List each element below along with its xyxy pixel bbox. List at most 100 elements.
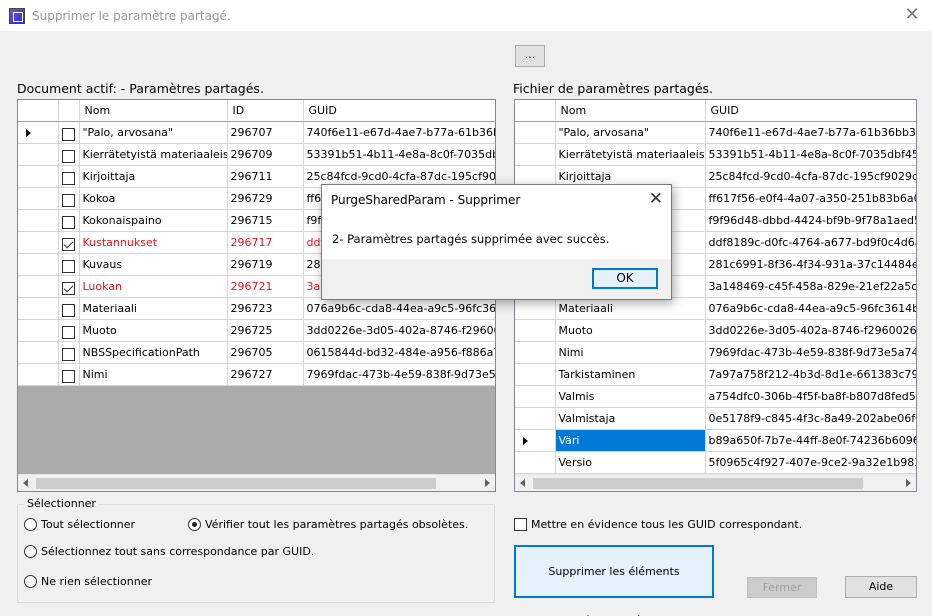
- cell-guid[interactable]: 3dd0226e-3d05-402a-8746-f29600267...: [303, 319, 495, 342]
- cell-guid[interactable]: ddf8189c-d0fc-4764-a677-bd9f0c4d6a2d: [705, 231, 916, 254]
- row-checkbox-cell[interactable]: [58, 165, 80, 188]
- dialog-close-icon[interactable]: ✕: [649, 189, 663, 209]
- row-header[interactable]: [18, 253, 59, 276]
- radio-select-no-match-dot[interactable]: [24, 545, 37, 558]
- table-row[interactable]: Tarkistaminen 7a97a758f212-4b3d-8d1e-6613…: [515, 363, 916, 386]
- row-header[interactable]: [515, 407, 556, 430]
- row-checkbox[interactable]: [61, 369, 75, 383]
- row-checkbox-cell[interactable]: [58, 231, 80, 254]
- scroll-thumb[interactable]: [36, 478, 436, 489]
- cell-guid[interactable]: 53391b51-4b11-4e8a-8c0f-7035dbf454f5: [705, 143, 916, 166]
- cell-guid[interactable]: 25c84fcd-9cd0-4cfa-87dc-195cf9029c30: [705, 165, 916, 188]
- column-header-name[interactable]: Nom: [79, 100, 228, 122]
- cell-name[interactable]: Kuvaus: [79, 253, 228, 276]
- cell-name[interactable]: Muoto: [555, 319, 706, 342]
- highlight-guid-checkbox[interactable]: Mettre en évidence tous les GUID corresp…: [514, 518, 802, 531]
- cell-guid[interactable]: 7a97a758f212-4b3d-8d1e-661383c79e4d: [705, 363, 916, 386]
- cell-id[interactable]: 296727: [227, 363, 304, 386]
- row-header[interactable]: [18, 121, 59, 144]
- cell-name[interactable]: Nimi: [555, 341, 706, 364]
- column-header-guid[interactable]: GUID: [705, 100, 916, 122]
- cell-id[interactable]: 296725: [227, 319, 304, 342]
- row-checkbox[interactable]: [61, 303, 75, 317]
- cell-guid[interactable]: 53391b51-4b11-4e8a-8c0f-7035dbf45...: [303, 143, 495, 166]
- cell-guid[interactable]: 3a148469-c45f-458a-829e-21ef22a5cf2f: [705, 275, 916, 298]
- row-checkbox-cell[interactable]: [58, 187, 80, 210]
- row-header[interactable]: [515, 319, 556, 342]
- cell-name[interactable]: Kokoa: [79, 187, 228, 210]
- cell-name[interactable]: NBSSpecificationPath: [79, 341, 228, 364]
- scroll-right-arrow-icon[interactable]: [485, 479, 490, 487]
- cell-guid[interactable]: 3dd0226e-3d05-402a-8746-f296002671e6: [705, 319, 916, 342]
- cell-guid[interactable]: 7969fdac-473b-4e59-838f-9d73e5a74295: [705, 341, 916, 364]
- row-header[interactable]: [515, 385, 556, 408]
- row-checkbox[interactable]: [61, 149, 75, 163]
- cell-guid[interactable]: 0e5178f9-c845-4f3c-8a49-202abe06f6b7: [705, 407, 916, 430]
- cell-id[interactable]: 296729: [227, 187, 304, 210]
- row-header[interactable]: [18, 341, 59, 364]
- row-checkbox-cell[interactable]: [58, 143, 80, 166]
- table-row[interactable]: Nimi2967277969fdac-473b-4e59-838f-9d73e5…: [18, 363, 495, 386]
- dialog-ok-button[interactable]: OK: [592, 268, 658, 289]
- left-horizontal-scrollbar[interactable]: [18, 474, 495, 491]
- row-checkbox-cell[interactable]: [58, 297, 80, 320]
- delete-selected-button[interactable]: Supprimer les éléments sélectionnés.: [514, 545, 714, 616]
- scroll-thumb[interactable]: [533, 478, 863, 489]
- row-header[interactable]: [18, 143, 59, 166]
- table-row[interactable]: Versio 5f0965c4f927-407e-9ce2-9a32e1b983d…: [515, 451, 916, 474]
- cell-name[interactable]: Valmis: [555, 385, 706, 408]
- cell-name[interactable]: Nimi: [79, 363, 228, 386]
- row-checkbox[interactable]: [61, 237, 75, 251]
- row-header[interactable]: [18, 231, 59, 254]
- window-close-icon[interactable]: ✕: [900, 4, 924, 28]
- browse-file-button[interactable]: ...: [515, 45, 545, 67]
- table-row[interactable]: Materiaali 296723 076a9b6c-cda8-44ea-a9c5-…: [18, 297, 495, 320]
- right-horizontal-scrollbar[interactable]: [515, 474, 916, 491]
- row-header[interactable]: [515, 143, 556, 166]
- cell-name[interactable]: Kierrätetyistä materiaaleista: [79, 143, 228, 166]
- row-header[interactable]: [18, 275, 59, 298]
- scroll-left-arrow-icon[interactable]: [23, 479, 28, 487]
- cell-guid[interactable]: ff617f56-e0f4-4a07-a350-251b83b6a0df: [705, 187, 916, 210]
- help-button[interactable]: Aide: [845, 576, 917, 598]
- row-checkbox[interactable]: [61, 259, 75, 273]
- table-row[interactable]: Valmistaja 0e5178f9-c845-4f3c-8a49-202abe…: [515, 407, 916, 430]
- cell-name[interactable]: Materiaali: [555, 297, 706, 320]
- cell-name[interactable]: Kirjoittaja: [79, 165, 228, 188]
- cell-id[interactable]: 296715: [227, 209, 304, 232]
- table-row[interactable]: Kierrätetyistä materiaaleista 53391b51-4b…: [515, 143, 916, 166]
- row-header[interactable]: [18, 209, 59, 232]
- row-header[interactable]: [18, 363, 59, 386]
- row-checkbox[interactable]: [61, 127, 75, 141]
- table-row[interactable]: "Palo, arvosana" 296707 740f6e11-e67d-4ae7…: [18, 121, 495, 144]
- scroll-right-arrow-icon[interactable]: [906, 479, 911, 487]
- column-header-id[interactable]: ID: [227, 100, 304, 122]
- row-header[interactable]: [18, 319, 59, 342]
- radio-verify-obsolete-dot[interactable]: [188, 518, 201, 531]
- cell-name[interactable]: Väri: [555, 429, 706, 452]
- cell-guid[interactable]: 740f6e11-e67d-4ae7-b77a-61b36bb37...: [303, 121, 495, 144]
- cell-id[interactable]: 296705: [227, 341, 304, 364]
- cell-guid[interactable]: 0615844d-bd32-484e-a956-f886a7e3f...: [303, 341, 495, 364]
- row-header[interactable]: [515, 297, 556, 320]
- table-row[interactable]: Muoto 296725 3dd0226e-3d05-402a-8746-f2960…: [18, 319, 495, 342]
- row-header[interactable]: [515, 121, 556, 144]
- radio-select-all[interactable]: Tout sélectionner: [24, 518, 135, 531]
- cell-guid[interactable]: 281c6991-8f36-4f34-931a-37c14484ee7d: [705, 253, 916, 276]
- cell-id[interactable]: 296719: [227, 253, 304, 276]
- highlight-guid-box[interactable]: [514, 518, 527, 531]
- table-row[interactable]: Materiaali 076a9b6c-cda8-44ea-a9c5-96fc36…: [515, 297, 916, 320]
- row-checkbox[interactable]: [61, 171, 75, 185]
- row-checkbox-cell[interactable]: [58, 341, 80, 364]
- cell-guid[interactable]: f9f96d48-dbbd-4424-bf9b-9f78a1aed5d0: [705, 209, 916, 232]
- cell-id[interactable]: 296709: [227, 143, 304, 166]
- radio-select-all-dot[interactable]: [24, 518, 37, 531]
- cell-name[interactable]: Kokonaispaino: [79, 209, 228, 232]
- cell-id[interactable]: 296707: [227, 121, 304, 144]
- cell-name[interactable]: Tarkistaminen: [555, 363, 706, 386]
- cell-guid[interactable]: 5f0965c4f927-407e-9ce2-9a32e1b983d5: [705, 451, 916, 474]
- cell-id[interactable]: 296721: [227, 275, 304, 298]
- table-row[interactable]: Nimi 7969fdac-473b-4e59-838f-9d73e5a74295: [515, 341, 916, 364]
- cell-guid[interactable]: 076a9b6c-cda8-44ea-a9c5-96fc3614b...: [303, 297, 495, 320]
- scroll-left-arrow-icon[interactable]: [520, 479, 525, 487]
